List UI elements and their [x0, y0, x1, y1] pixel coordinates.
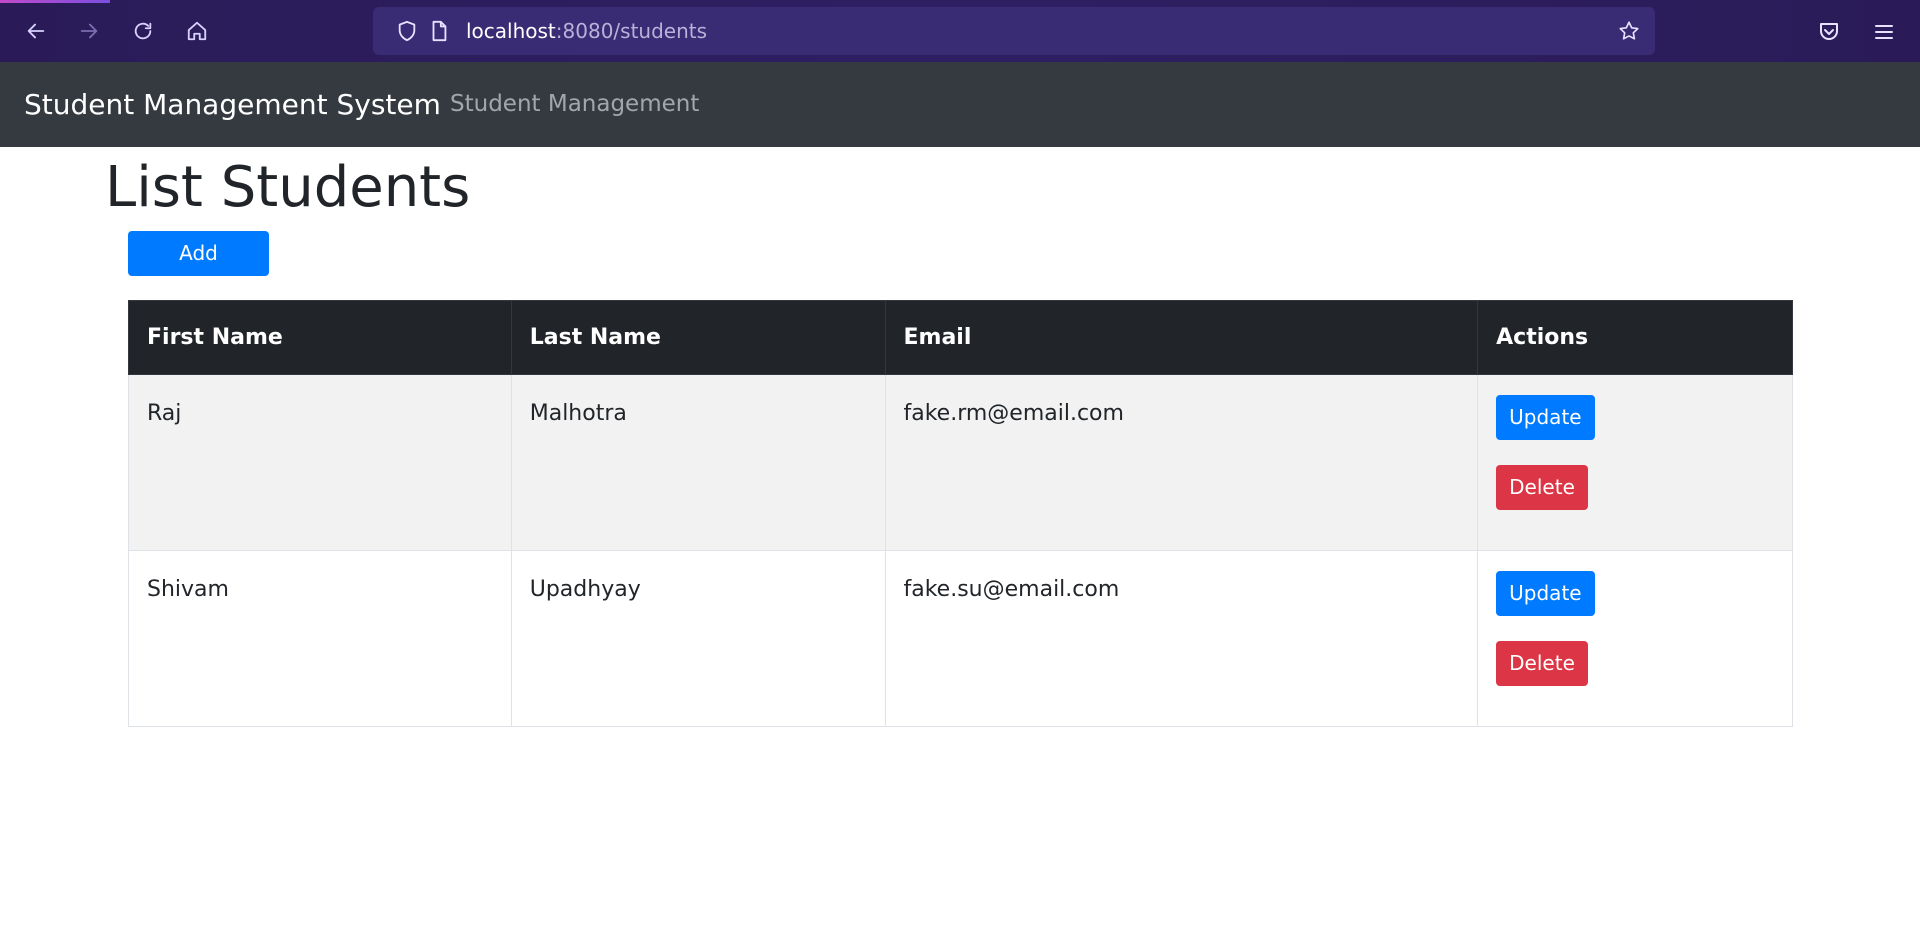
shield-icon[interactable] — [396, 20, 418, 42]
column-header-actions: Actions — [1477, 300, 1793, 375]
back-icon — [27, 23, 45, 39]
cell-first-name: Shivam — [128, 550, 512, 727]
browser-toolbar: localhost:8080/students — [0, 0, 1920, 62]
page-icon[interactable] — [428, 20, 450, 42]
cell-last-name: Upadhyay — [510, 550, 886, 727]
cell-email: fake.su@email.com — [884, 550, 1479, 727]
reload-button[interactable] — [125, 13, 161, 49]
table-header: First Name Last Name Email Actions — [128, 300, 1793, 375]
cell-actions: Update Delete — [1477, 374, 1793, 551]
cell-actions: Update Delete — [1477, 550, 1793, 727]
cell-last-name: Malhotra — [510, 374, 886, 551]
menu-icon[interactable] — [1872, 20, 1896, 44]
url-host: localhost — [466, 19, 556, 43]
cell-email: fake.rm@email.com — [884, 374, 1479, 551]
forward-button[interactable] — [71, 13, 107, 49]
update-button[interactable]: Update — [1496, 395, 1595, 440]
nav-link-student-management[interactable]: Student Management — [450, 62, 699, 147]
pocket-icon[interactable] — [1817, 20, 1841, 44]
reload-icon — [134, 22, 152, 40]
column-header-first-name: First Name — [128, 300, 512, 375]
page-title: List Students — [105, 155, 471, 220]
delete-button[interactable]: Delete — [1496, 465, 1588, 510]
navbar-brand[interactable]: Student Management System — [24, 62, 441, 147]
back-button[interactable] — [18, 13, 54, 49]
table-row: Raj Malhotra fake.rm@email.com Update De… — [128, 374, 1793, 551]
add-student-button[interactable]: Add Student — [128, 231, 269, 310]
url-text[interactable]: localhost:8080/students — [466, 7, 707, 55]
star-icon[interactable] — [1618, 20, 1640, 42]
students-table: First Name Last Name Email Actions Raj M… — [128, 300, 1793, 727]
url-path: :8080/students — [555, 19, 708, 43]
cell-first-name: Raj — [128, 374, 512, 551]
table-body: Raj Malhotra fake.rm@email.com Update De… — [128, 374, 1793, 727]
forward-icon — [80, 23, 98, 39]
address-bar[interactable]: localhost:8080/students — [373, 7, 1655, 55]
home-button[interactable] — [179, 13, 215, 49]
delete-button[interactable]: Delete — [1496, 641, 1588, 686]
table-header-row: First Name Last Name Email Actions — [128, 300, 1793, 375]
update-button[interactable]: Update — [1496, 571, 1595, 616]
table-row: Shivam Upadhyay fake.su@email.com Update… — [128, 550, 1793, 727]
column-header-last-name: Last Name — [510, 300, 886, 375]
app-navbar: Student Management System Student Manage… — [0, 62, 1920, 147]
column-header-email: Email — [884, 300, 1479, 375]
home-icon — [187, 21, 207, 41]
